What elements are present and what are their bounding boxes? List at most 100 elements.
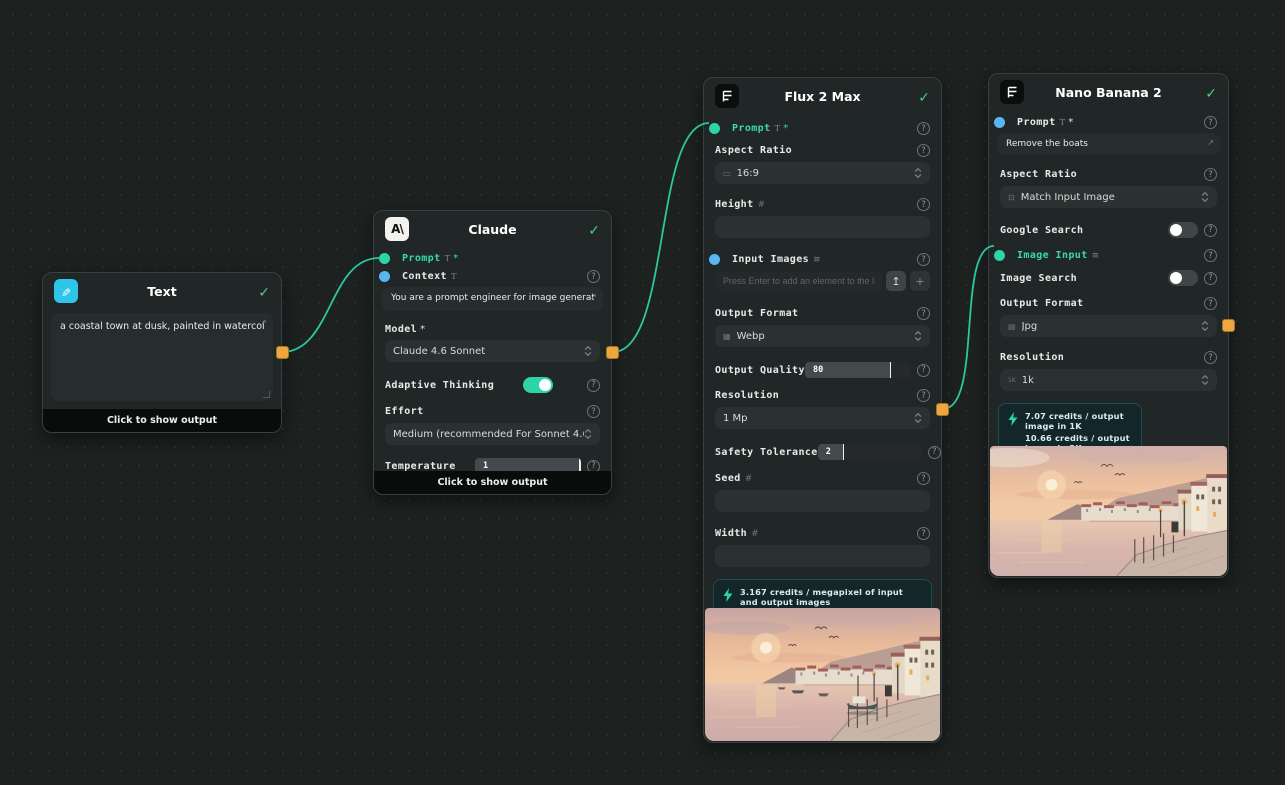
output-quality-help-icon[interactable] — [917, 364, 930, 377]
prompt-input-port[interactable] — [379, 253, 390, 264]
text-value-textarea[interactable]: a coastal town at dusk, painted in water… — [51, 313, 273, 401]
adaptive-thinking-toggle[interactable] — [523, 377, 553, 393]
safety-tolerance-help-icon[interactable] — [928, 446, 941, 459]
seed-help-icon[interactable] — [917, 472, 930, 485]
nano-banana-2-node[interactable]: Nano Banana 2 Prompt Remove the boats As… — [988, 73, 1229, 578]
success-check-icon — [258, 282, 270, 301]
flux-2-max-node[interactable]: Flux 2 Max Prompt Aspect Ratio ▭ 16:9 He… — [703, 77, 942, 743]
effort-help-icon[interactable] — [587, 405, 600, 418]
required-icon — [783, 123, 788, 134]
aspect-ratio-select[interactable]: ▭ 16:9 — [715, 162, 930, 184]
resolution-value: 1 Mp — [723, 413, 748, 424]
slider-caret[interactable] — [890, 362, 892, 378]
width-label: Width — [715, 528, 747, 539]
number-type-icon — [758, 200, 766, 210]
show-output-button[interactable]: Click to show output — [43, 409, 281, 432]
prompt-label: Prompt — [1017, 117, 1056, 128]
safety-tolerance-slider[interactable]: 2 — [818, 444, 922, 460]
google-search-toggle[interactable] — [1168, 222, 1198, 238]
google-search-label: Google Search — [1000, 225, 1083, 236]
nano-node-header[interactable]: Nano Banana 2 — [989, 74, 1228, 110]
height-help-icon[interactable] — [917, 198, 930, 211]
effort-label: Effort — [385, 406, 424, 417]
aspect-ratio-select[interactable]: ⊡ Match Input Image — [1000, 186, 1217, 208]
resolution-select[interactable]: 1 Mp — [715, 407, 930, 429]
text-node[interactable]: Text a coastal town at dusk, painted in … — [42, 272, 282, 433]
slider-caret[interactable] — [843, 444, 845, 460]
image-input-port[interactable] — [994, 250, 1005, 261]
prompt-input-port[interactable] — [994, 117, 1005, 128]
chevron-updown-icon — [584, 428, 592, 440]
output-format-help-icon[interactable] — [1204, 297, 1217, 310]
model-select[interactable]: Claude 4.6 Sonnet — [385, 340, 600, 362]
safety-tolerance-value: 2 — [826, 447, 831, 457]
prompt-textarea[interactable]: Remove the boats — [997, 133, 1220, 155]
expand-icon[interactable] — [260, 318, 267, 327]
nano-prompt-port-row[interactable]: Prompt — [1000, 116, 1217, 129]
context-textarea[interactable]: You are a prompt engineer for image gene… — [382, 287, 603, 311]
image-input-port-row[interactable]: Image Input — [1000, 249, 1217, 262]
flux-prompt-port-row[interactable]: Prompt — [715, 122, 930, 135]
claude-context-port-row[interactable]: Context — [385, 270, 600, 283]
output-format-help-icon[interactable] — [917, 307, 930, 320]
context-help-icon[interactable] — [587, 270, 600, 283]
resolution-help-icon[interactable] — [917, 389, 930, 402]
nano-output-image-preview[interactable] — [990, 446, 1227, 576]
output-quality-slider[interactable]: 80 — [805, 362, 911, 378]
image-search-help-icon[interactable] — [1204, 272, 1217, 285]
input-images-port-row[interactable]: Input Images — [715, 253, 930, 266]
input-images-label: Input Images — [732, 254, 809, 265]
text-output-handle[interactable] — [276, 346, 289, 359]
height-input[interactable] — [715, 216, 930, 238]
model-label-row: Model — [385, 324, 600, 335]
claude-node-header[interactable]: A\ Claude — [374, 211, 611, 247]
image-input-help-icon[interactable] — [1204, 249, 1217, 262]
aspect-ratio-value: Match Input Image — [1021, 192, 1115, 203]
chevron-updown-icon — [584, 345, 592, 357]
width-help-icon[interactable] — [917, 527, 930, 540]
image-search-row: Image Search — [1000, 270, 1217, 286]
flux-output-handle[interactable] — [936, 403, 949, 416]
input-images-port[interactable] — [709, 254, 720, 265]
flux-output-image-preview[interactable] — [705, 608, 940, 741]
resolution-row: Resolution — [1000, 351, 1217, 364]
prompt-value: Remove the boats — [1006, 139, 1211, 149]
google-search-help-icon[interactable] — [1204, 224, 1217, 237]
google-search-row: Google Search — [1000, 222, 1217, 238]
add-item-button[interactable] — [910, 271, 930, 291]
text-node-header[interactable]: Text — [43, 273, 281, 309]
prompt-help-icon[interactable] — [1204, 116, 1217, 129]
anthropic-logo-icon: A\ — [391, 222, 403, 236]
required-icon — [420, 324, 425, 335]
resize-handle[interactable] — [263, 391, 270, 398]
image-search-toggle[interactable] — [1168, 270, 1198, 286]
adaptive-thinking-help-icon[interactable] — [587, 379, 600, 392]
nano-output-handle[interactable] — [1222, 319, 1235, 332]
output-format-select[interactable]: ▦ Webp — [715, 325, 930, 347]
flux-node-header[interactable]: Flux 2 Max — [704, 78, 941, 114]
claude-output-handle[interactable] — [606, 346, 619, 359]
show-output-button[interactable]: Click to show output — [374, 471, 611, 494]
prompt-help-icon[interactable] — [917, 122, 930, 135]
output-format-select[interactable]: ▤ Jpg — [1000, 315, 1217, 337]
pencil-icon — [61, 282, 71, 301]
seed-input[interactable] — [715, 490, 930, 512]
effort-select[interactable]: Medium (recommended For Sonnet 4.6) — [385, 423, 600, 445]
claude-node[interactable]: A\ Claude Prompt Context You are a promp… — [373, 210, 612, 495]
input-images-help-icon[interactable] — [917, 253, 930, 266]
input-images-field[interactable] — [715, 271, 882, 291]
prompt-input-port[interactable] — [709, 123, 720, 134]
upload-button[interactable] — [886, 271, 906, 291]
file-format-icon: ▤ — [1008, 322, 1016, 331]
width-input[interactable] — [715, 545, 930, 567]
aspect-ratio-help-icon[interactable] — [917, 144, 930, 157]
aspect-ratio-help-icon[interactable] — [1204, 168, 1217, 181]
expand-icon[interactable] — [590, 292, 597, 301]
expand-icon[interactable] — [1207, 138, 1214, 147]
claude-prompt-port-row[interactable]: Prompt — [385, 253, 600, 264]
resolution-select[interactable]: 1K 1k — [1000, 369, 1217, 391]
context-input-port[interactable] — [379, 271, 390, 282]
model-provider-logo-icon — [721, 90, 734, 103]
adaptive-thinking-label: Adaptive Thinking — [385, 380, 494, 391]
resolution-help-icon[interactable] — [1204, 351, 1217, 364]
